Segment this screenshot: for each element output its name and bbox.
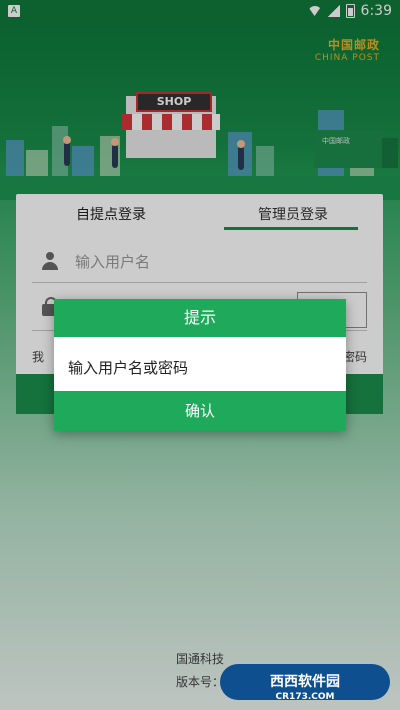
watermark-text: 西西软件园	[270, 674, 340, 690]
dialog-message: 输入用户名或密码	[68, 359, 189, 377]
watermark-logo: 西西软件园 CR173.COM	[220, 664, 390, 702]
dialog-title: 提示	[54, 299, 346, 337]
confirm-button[interactable]: 确认	[54, 391, 346, 431]
alert-dialog: 提示 输入用户名或密码 确认	[54, 299, 346, 431]
watermark-sub: CR173.COM	[275, 692, 335, 702]
